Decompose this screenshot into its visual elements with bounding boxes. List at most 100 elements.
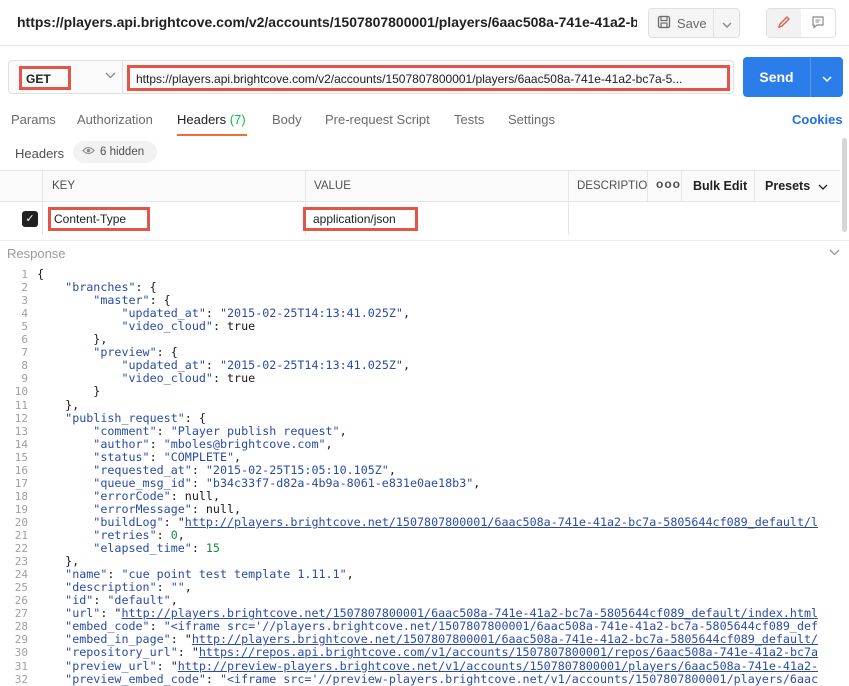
tab-headers[interactable]: Headers (7) xyxy=(177,112,246,127)
save-button[interactable]: Save xyxy=(649,9,713,37)
code-line: 1{ xyxy=(0,268,849,281)
code-line: 11 }, xyxy=(0,397,849,412)
code-line: 5 "video_cloud": true xyxy=(0,319,849,334)
code-text: }, xyxy=(37,332,108,347)
chevron-down-icon xyxy=(822,70,832,85)
tab-params[interactable]: Params xyxy=(11,112,56,127)
send-options-button[interactable] xyxy=(810,57,843,97)
hidden-headers-label: 6 hidden xyxy=(100,146,145,158)
line-number: 16 xyxy=(14,463,28,477)
code-text: "preview": { xyxy=(93,345,178,360)
code-text: "video_cloud": true xyxy=(121,319,256,334)
presets-label: Presets xyxy=(765,179,811,193)
request-title[interactable]: https://players.api.brightcove.com/v2/ac… xyxy=(17,14,637,30)
pencil-icon xyxy=(777,15,791,32)
chevron-down-icon xyxy=(105,70,116,82)
code-line: 32 "preview_embed_code": "<iframe src='/… xyxy=(0,672,849,686)
header-key-cell[interactable]: Content-Type xyxy=(48,207,150,231)
header-enabled-checkbox[interactable]: ✓ xyxy=(22,211,38,227)
code-text: "embed_in_page": "http://players.brightc… xyxy=(65,632,819,647)
code-text: "elapsed_time": 15 xyxy=(93,541,220,556)
headers-section-title: Headers xyxy=(15,146,65,161)
tab-pre-request-script[interactable]: Pre-request Script xyxy=(325,112,430,127)
code-text: "embed_code": "<iframe src='//players.br… xyxy=(65,619,819,634)
bulk-edit-button[interactable]: Bulk Edit xyxy=(693,179,747,193)
line-number: 31 xyxy=(14,659,28,673)
code-text: "queue_msg_id": "b34c33f7-d82a-4b9a-8061… xyxy=(93,475,481,490)
code-line: 4 "updated_at": "2015-02-25T14:13:41.025… xyxy=(0,306,849,321)
headers-table: KEY VALUE DESCRIPTIO ooo Bulk Edit Prese… xyxy=(0,170,840,235)
cookies-link[interactable]: Cookies xyxy=(792,112,843,127)
line-number: 25 xyxy=(14,581,28,595)
code-line: 24 "name": "cue point test template 1.11… xyxy=(0,568,849,582)
code-line: 31 "preview_url": "http://preview-player… xyxy=(0,659,849,673)
code-text: "video_cloud": true xyxy=(121,371,256,386)
line-number: 22 xyxy=(14,542,28,556)
tab-authorization[interactable]: Authorization xyxy=(77,112,153,127)
column-value-header: VALUE xyxy=(314,180,351,192)
column-divider xyxy=(568,171,569,235)
hidden-headers-toggle[interactable]: 6 hidden xyxy=(73,141,157,163)
comments-button[interactable] xyxy=(801,9,835,37)
code-text: "updated_at": "2015-02-25T14:13:41.025Z"… xyxy=(121,306,410,321)
response-header[interactable]: Response xyxy=(0,240,849,266)
header-value-cell[interactable]: application/json xyxy=(303,207,418,231)
more-options-button[interactable]: ooo xyxy=(656,177,681,191)
code-text: "requested_at": "2015-02-25T15:05:10.105… xyxy=(93,462,396,477)
code-line: 25 "description": "", xyxy=(0,580,849,595)
code-text: "master": { xyxy=(93,293,171,308)
code-line: 18 "errorCode": null, xyxy=(0,489,849,503)
tab-settings[interactable]: Settings xyxy=(508,112,555,127)
code-line: 20 "buildLog": "http://players.brightcov… xyxy=(0,515,849,529)
save-button-group: Save xyxy=(648,8,740,38)
code-line: 23 }, xyxy=(0,555,849,569)
code-line: 16 "requested_at": "2015-02-25T15:05:10.… xyxy=(0,462,849,477)
tab-tests[interactable]: Tests xyxy=(454,112,484,127)
line-number: 5 xyxy=(21,320,28,334)
url-input[interactable]: https://players.api.brightcove.com/v2/ac… xyxy=(122,60,734,94)
line-number: 8 xyxy=(21,359,28,373)
line-number: 7 xyxy=(21,346,28,360)
url-value: https://players.api.brightcove.com/v2/ac… xyxy=(127,65,730,91)
line-number: 15 xyxy=(14,450,28,464)
send-button[interactable]: Send xyxy=(743,57,810,97)
line-number: 24 xyxy=(14,568,28,582)
line-number: 12 xyxy=(14,411,28,425)
code-line: 2 "branches": { xyxy=(0,281,849,295)
headers-table-head: KEY VALUE DESCRIPTIO ooo Bulk Edit Prese… xyxy=(0,171,840,202)
line-number: 30 xyxy=(14,646,28,660)
tab-body[interactable]: Body xyxy=(272,112,302,127)
code-line: 14 "author": "mboles@brightcove.com", xyxy=(0,437,849,451)
column-divider xyxy=(754,171,755,202)
check-icon: ✓ xyxy=(25,213,35,225)
line-number: 3 xyxy=(21,294,28,308)
method-select[interactable]: GET xyxy=(8,60,122,94)
line-number: 27 xyxy=(14,607,28,621)
line-number: 32 xyxy=(14,672,28,686)
save-label: Save xyxy=(677,15,707,31)
code-text: "retries": 0, xyxy=(93,528,185,542)
code-line: 19 "errorMessage": null, xyxy=(0,502,849,516)
code-text: "repository_url": "https://repos.api.bri… xyxy=(65,645,819,660)
line-number: 1 xyxy=(21,268,28,281)
code-text: }, xyxy=(37,397,80,412)
code-line: 26 "id": "default", xyxy=(0,594,849,608)
code-line: 10 } xyxy=(0,385,849,399)
presets-button[interactable]: Presets xyxy=(765,179,828,193)
comment-icon xyxy=(811,15,825,32)
line-number: 17 xyxy=(14,476,28,490)
code-text: { xyxy=(37,268,45,281)
column-divider xyxy=(42,171,43,235)
code-text: "status": "COMPLETE", xyxy=(93,449,242,464)
line-number: 2 xyxy=(21,281,28,295)
save-options-button[interactable] xyxy=(713,9,739,37)
line-number: 6 xyxy=(21,333,28,347)
request-scrollbar[interactable] xyxy=(842,138,847,232)
code-line: 30 "repository_url": "https://repos.api.… xyxy=(0,645,849,660)
send-button-group: Send xyxy=(743,57,843,97)
line-number: 10 xyxy=(14,385,28,399)
response-body[interactable]: 1{2 "branches": {3 "master": {4 "updated… xyxy=(0,268,849,686)
edit-mode-button[interactable] xyxy=(767,9,801,37)
code-text: "description": "", xyxy=(65,580,192,595)
code-text: "url": "http://players.brightcove.net/15… xyxy=(65,606,819,621)
